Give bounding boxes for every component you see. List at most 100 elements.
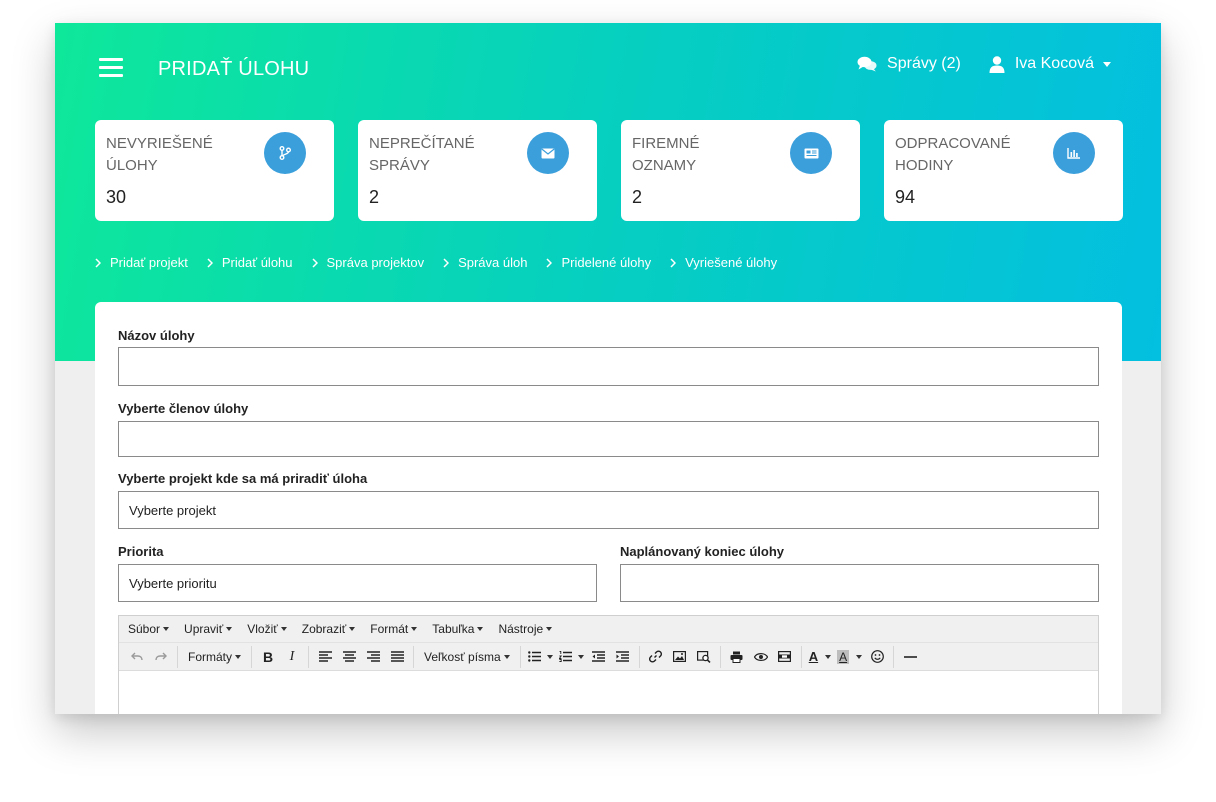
font-size-dropdown[interactable]: Veľkosť písma bbox=[418, 646, 516, 668]
toolbar-divider bbox=[719, 645, 721, 668]
stat-label: NEVYRIEŠENÉ ÚLOHY bbox=[106, 135, 213, 174]
toolbar-divider bbox=[638, 645, 640, 668]
bold-icon: B bbox=[262, 648, 274, 665]
indent-icon bbox=[616, 651, 630, 662]
breadcrumb-add-project[interactable]: Pridať projekt bbox=[95, 255, 188, 270]
menu-edit[interactable]: Upraviť bbox=[184, 622, 233, 636]
stat-value: 30 bbox=[106, 187, 127, 207]
link-button[interactable] bbox=[644, 646, 668, 668]
menu-table[interactable]: Tabuľka bbox=[432, 622, 484, 636]
chevron-right-icon bbox=[207, 257, 213, 268]
caret-down-icon bbox=[280, 627, 287, 631]
link-icon bbox=[649, 650, 663, 663]
stat-value: 2 bbox=[369, 187, 380, 207]
menu-label: Súbor bbox=[128, 622, 161, 636]
breadcrumb: Pridať projekt Pridať úlohu Správa proje… bbox=[95, 255, 796, 270]
bold-button[interactable]: B bbox=[256, 646, 280, 668]
toolbar-divider bbox=[413, 645, 415, 668]
smiley-icon bbox=[870, 650, 884, 663]
user-menu[interactable]: Iva Kocová bbox=[989, 55, 1111, 73]
align-right-icon bbox=[366, 651, 380, 662]
eye-icon bbox=[753, 652, 768, 661]
stat-value: 94 bbox=[895, 187, 916, 207]
media-search-button[interactable] bbox=[692, 646, 716, 668]
text-color-button[interactable]: A bbox=[806, 646, 834, 668]
deadline-input[interactable] bbox=[620, 564, 1099, 602]
chevron-right-icon bbox=[443, 257, 450, 268]
breadcrumb-project-management[interactable]: Správa projektov bbox=[311, 255, 425, 270]
bullet-list-button[interactable] bbox=[525, 646, 556, 668]
image-icon bbox=[673, 651, 687, 662]
editor-content[interactable] bbox=[119, 671, 1098, 714]
menu-file[interactable]: Súbor bbox=[128, 622, 170, 636]
align-justify-button[interactable] bbox=[385, 646, 409, 668]
align-right-button[interactable] bbox=[361, 646, 385, 668]
horizontal-rule-button[interactable] bbox=[898, 646, 922, 668]
envelope-icon bbox=[527, 132, 569, 174]
toolbar-divider bbox=[519, 645, 521, 668]
priority-select[interactable]: Vyberte prioritu bbox=[118, 564, 597, 602]
project-label: Vyberte projekt kde sa má priradiť úloha bbox=[118, 471, 368, 486]
italic-button[interactable]: I bbox=[280, 646, 304, 668]
editor-menubar: Súbor Upraviť Vložiť Zobraziť Formát Tab… bbox=[119, 616, 1098, 642]
caret-down-icon bbox=[825, 654, 832, 659]
menu-label: Upraviť bbox=[184, 622, 224, 636]
preview-button[interactable] bbox=[749, 646, 773, 668]
breadcrumb-label: Vyriešené úlohy bbox=[685, 255, 778, 270]
stat-card-company-announcements[interactable]: FIREMNÉ OZNAMY 2 bbox=[621, 120, 860, 221]
caret-down-icon bbox=[856, 654, 863, 659]
task-name-label: Názov úlohy bbox=[118, 328, 195, 343]
align-left-button[interactable] bbox=[313, 646, 337, 668]
background-color-button[interactable]: A bbox=[834, 646, 865, 668]
members-input[interactable] bbox=[118, 421, 1099, 457]
align-center-button[interactable] bbox=[337, 646, 361, 668]
user-icon bbox=[989, 55, 1005, 73]
caret-down-icon bbox=[411, 627, 418, 631]
task-name-input[interactable] bbox=[118, 347, 1099, 386]
caret-down-icon bbox=[546, 627, 553, 631]
caret-down-icon bbox=[349, 627, 356, 631]
toolbar-divider bbox=[177, 645, 178, 668]
horizontal-rule-icon bbox=[903, 655, 917, 658]
chevron-right-icon bbox=[670, 257, 677, 268]
outdent-button[interactable] bbox=[587, 646, 611, 668]
stat-card-unresolved-tasks[interactable]: NEVYRIEŠENÉ ÚLOHY 30 bbox=[95, 120, 334, 221]
media-button[interactable] bbox=[773, 646, 797, 668]
stat-card-unread-messages[interactable]: NEPREČÍTANÉ SPRÁVY 2 bbox=[358, 120, 597, 221]
stat-label: ODPRACOVANÉ HODINY bbox=[895, 135, 1011, 174]
chevron-right-icon bbox=[95, 257, 101, 268]
menu-tools[interactable]: Nástroje bbox=[498, 622, 553, 636]
menu-icon[interactable] bbox=[99, 58, 123, 78]
stat-card-worked-hours[interactable]: ODPRACOVANÉ HODINY 94 bbox=[884, 120, 1123, 221]
image-button[interactable] bbox=[668, 646, 692, 668]
toolbar-divider bbox=[251, 645, 253, 668]
menu-format[interactable]: Formát bbox=[370, 622, 418, 636]
italic-icon: I bbox=[289, 648, 295, 664]
breadcrumb-add-task[interactable]: Pridať úlohu bbox=[207, 255, 293, 270]
chevron-right-icon bbox=[546, 257, 553, 268]
bar-chart-icon bbox=[1053, 132, 1095, 174]
caret-down-icon bbox=[163, 627, 170, 631]
breadcrumb-task-management[interactable]: Správa úloh bbox=[443, 255, 527, 270]
messages-link[interactable]: Správy (2) bbox=[857, 55, 961, 73]
toolbar-divider bbox=[893, 645, 895, 668]
indent-button[interactable] bbox=[611, 646, 635, 668]
menu-view[interactable]: Zobraziť bbox=[302, 622, 356, 636]
undo-button[interactable] bbox=[125, 646, 149, 668]
breadcrumb-assigned-tasks[interactable]: Pridelené úlohy bbox=[546, 255, 651, 270]
emoticons-button[interactable] bbox=[865, 646, 889, 668]
numbered-list-button[interactable] bbox=[556, 646, 587, 668]
toolbar-divider bbox=[308, 645, 310, 668]
project-select[interactable]: Vyberte projekt bbox=[118, 491, 1099, 529]
undo-icon bbox=[131, 652, 143, 660]
breadcrumb-label: Správa projektov bbox=[326, 255, 425, 270]
caret-down-icon bbox=[503, 654, 510, 659]
redo-button[interactable] bbox=[149, 646, 173, 668]
menu-insert[interactable]: Vložiť bbox=[247, 622, 287, 636]
print-button[interactable] bbox=[725, 646, 749, 668]
breadcrumb-resolved-tasks[interactable]: Vyriešené úlohy bbox=[670, 255, 777, 270]
caret-down-icon bbox=[226, 627, 233, 631]
formats-dropdown[interactable]: Formáty bbox=[182, 646, 247, 668]
newspaper-icon bbox=[790, 132, 832, 174]
align-center-icon bbox=[342, 651, 356, 662]
